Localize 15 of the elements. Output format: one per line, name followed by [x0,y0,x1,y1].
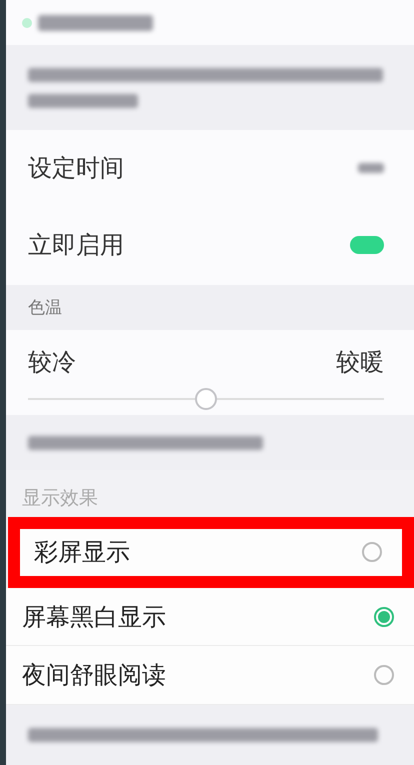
highlighted-option[interactable]: 彩屏显示 [8,516,414,588]
setting-label: 立即启用 [28,230,124,261]
cold-label: 较冷 [28,347,76,378]
setting-label: 设定时间 [28,152,124,184]
radio-button[interactable] [374,665,394,686]
value-text [358,162,384,172]
section-header: 显示效果 [22,486,98,511]
section-header: 色温 [28,297,62,319]
slider-thumb[interactable] [195,388,217,410]
toggle-switch[interactable] [350,236,384,254]
option-row[interactable]: 屏幕黑白显示 [6,588,414,646]
warm-label: 较暖 [336,347,384,378]
radio-button[interactable] [374,606,394,627]
radio-button[interactable] [362,542,382,562]
option-row[interactable]: 夜间舒眼阅读 [6,646,414,706]
